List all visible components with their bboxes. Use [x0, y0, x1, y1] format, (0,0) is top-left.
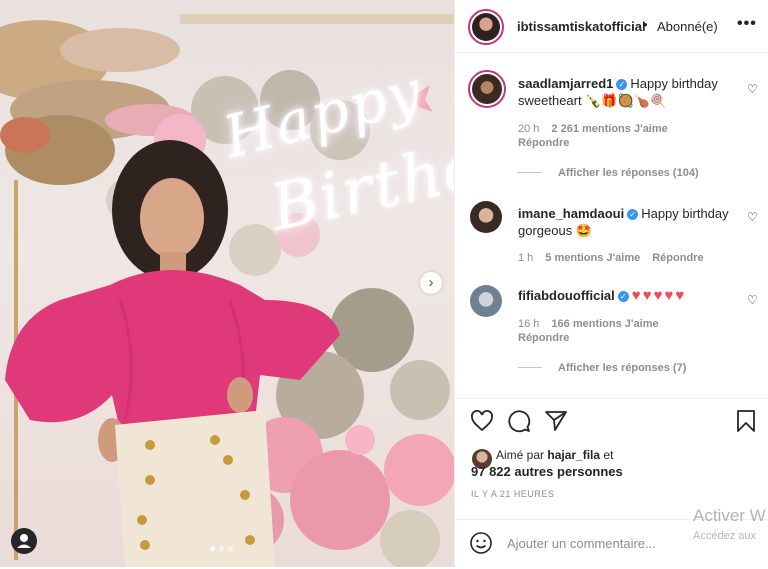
carousel-dot — [219, 546, 224, 551]
post-header: ibtissamtiskatofficial • Abonné(e) ••• — [455, 0, 768, 53]
comment-avatar[interactable] — [470, 201, 502, 233]
comment-likes[interactable]: 5 mentions J'aime — [545, 252, 640, 264]
carousel-indicator — [210, 546, 233, 551]
replies-line — [518, 367, 542, 368]
liked-by-user[interactable]: hajar_fila — [547, 448, 600, 462]
verified-badge-icon: ✓ — [617, 291, 629, 302]
view-replies-button[interactable]: Afficher les réponses (104) — [518, 167, 699, 179]
comment-time: 16 h — [518, 318, 540, 330]
comment-like-icon[interactable]: ♡ — [747, 210, 758, 224]
bookmark-icon[interactable] — [735, 409, 757, 438]
replies-line — [518, 172, 542, 173]
carousel-dot — [228, 546, 233, 551]
view-replies-label: Afficher les réponses (104) — [558, 167, 699, 179]
activation-watermark-title: Activer W — [693, 506, 766, 525]
comment-like-icon[interactable]: ♡ — [747, 293, 758, 307]
comment-time: 1 h — [518, 252, 534, 264]
comment-username[interactable]: saadlamjarred1 — [518, 76, 613, 91]
post-timestamp[interactable]: IL Y A 21 HEURES — [471, 489, 554, 499]
activation-watermark-subtitle: Accédez aux — [693, 530, 756, 542]
view-replies-label: Afficher les réponses (7) — [558, 362, 687, 374]
comment-reply-row: Répondre — [518, 136, 581, 150]
view-replies-button[interactable]: Afficher les réponses (7) — [518, 362, 686, 374]
comment-text: fifiabdouofficial ✓ ♥♥♥♥♥ — [518, 287, 733, 304]
likes-count[interactable]: 97 822 autres personnes — [471, 464, 623, 479]
reply-button[interactable]: Répondre — [652, 252, 703, 264]
post-photo[interactable]: Happy Birthd › — [0, 0, 454, 567]
comment-username[interactable]: fifiabdouofficial — [518, 288, 615, 303]
comment-reply-row: Répondre — [518, 331, 581, 345]
comment-username[interactable]: imane_hamdaoui — [518, 206, 624, 221]
comment-body: ♥♥♥♥♥ — [631, 287, 687, 304]
heart-icon[interactable] — [470, 409, 494, 438]
comment-avatar[interactable] — [468, 70, 506, 108]
more-options-icon[interactable]: ••• — [737, 15, 757, 33]
reply-button[interactable]: Répondre — [518, 332, 569, 344]
add-comment-bar: Ajouter un commentaire... — [455, 519, 768, 569]
comment-icon[interactable] — [507, 409, 531, 438]
comment-meta: 1 h 5 mentions J'aime Répondre — [518, 251, 716, 265]
author-username[interactable]: ibtissamtiskatofficial — [517, 19, 646, 34]
author-avatar[interactable] — [468, 9, 504, 45]
liked-by-text: Aimé par hajar_fila et — [496, 447, 613, 464]
comment-avatar[interactable] — [470, 285, 502, 317]
reply-button[interactable]: Répondre — [518, 137, 569, 149]
share-icon[interactable] — [544, 409, 568, 438]
carousel-dot-active — [210, 546, 215, 551]
chevron-right-icon[interactable]: › — [420, 272, 442, 294]
comment-meta: 20 h 2 261 mentions J'aime — [518, 122, 680, 136]
comment-likes[interactable]: 166 mentions J'aime — [551, 318, 658, 330]
comment-likes[interactable]: 2 261 mentions J'aime — [551, 123, 667, 135]
comment-like-icon[interactable]: ♡ — [747, 82, 758, 96]
user-tag-icon[interactable] — [11, 528, 37, 554]
liked-by-suffix: et — [603, 448, 614, 462]
comment-text: imane_hamdaoui ✓ Happy birthday gorgeous 🤩 — [518, 205, 733, 239]
verified-badge-icon: ✓ — [616, 79, 628, 90]
comment-text: saadlamjarred1 ✓ Happy birthday sweetheart… — [518, 75, 733, 109]
liked-by-prefix: Aimé par — [496, 448, 545, 462]
emoji-icon[interactable] — [469, 531, 493, 560]
comment-time: 20 h — [518, 123, 540, 135]
follow-status[interactable]: Abonné(e) — [657, 19, 718, 34]
separator-dot: • — [643, 17, 648, 32]
verified-badge-icon: ✓ — [627, 209, 639, 220]
post-details-panel: ibtissamtiskatofficial • Abonné(e) ••• s… — [454, 0, 768, 567]
add-comment-input[interactable]: Ajouter un commentaire... — [507, 536, 656, 551]
comment-meta: 16 h 166 mentions J'aime — [518, 317, 671, 331]
